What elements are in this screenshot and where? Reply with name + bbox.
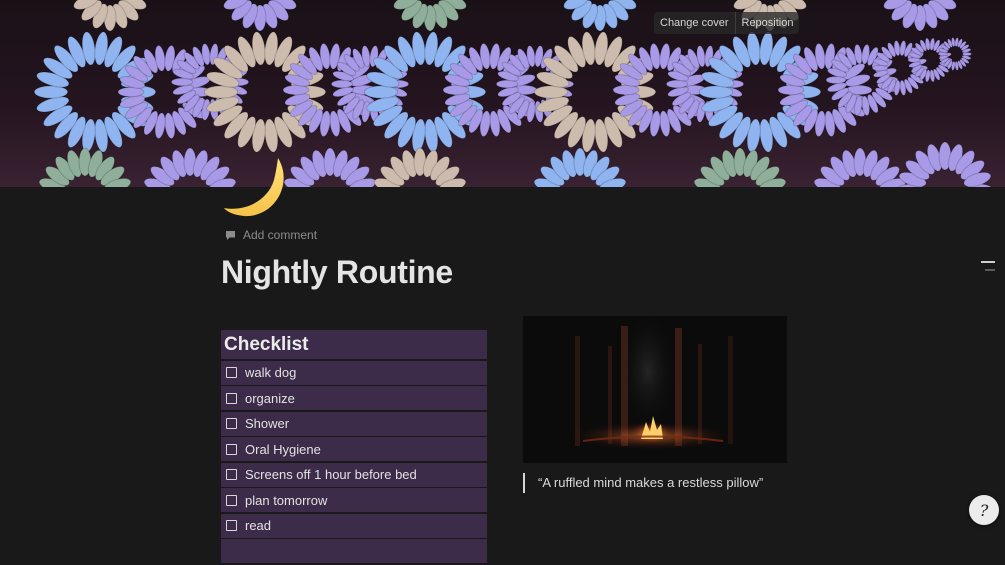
cover-ring: [73, 0, 147, 32]
cover-ring: [223, 0, 297, 32]
list-item-label[interactable]: Shower: [245, 416, 289, 431]
list-item-label[interactable]: walk dog: [245, 365, 296, 380]
cover-ring: [937, 37, 973, 71]
list-item[interactable]: walk dog: [221, 360, 487, 385]
change-cover-button[interactable]: Change cover: [654, 12, 735, 34]
list-item[interactable]: organize: [221, 386, 487, 410]
list-item[interactable]: plan tomorrow: [221, 488, 487, 512]
checklist-block: Checklist walk dog organize Shower Oral …: [221, 330, 487, 565]
crescent-moon-icon[interactable]: [222, 152, 288, 218]
list-item[interactable]: read: [221, 513, 487, 538]
checkbox[interactable]: [226, 392, 237, 404]
checkbox[interactable]: [226, 443, 237, 455]
checkbox[interactable]: [226, 469, 237, 480]
cover-pattern: [33, 0, 992, 187]
cover-ring: [883, 0, 957, 32]
cover-actions: Change cover Reposition: [654, 12, 800, 34]
list-item[interactable]: Shower: [221, 411, 487, 436]
campfire-image[interactable]: [523, 316, 787, 463]
cover-ring: [38, 147, 132, 187]
list-item-label[interactable]: plan tomorrow: [245, 493, 327, 508]
reposition-button[interactable]: Reposition: [734, 12, 800, 34]
cover-ring: [373, 147, 467, 187]
table-of-contents-toggle[interactable]: [981, 261, 995, 273]
quote-block[interactable]: “A ruffled mind makes a restless pillow”: [523, 473, 763, 493]
cover-ring: [393, 0, 467, 32]
checkbox[interactable]: [226, 494, 237, 506]
help-button[interactable]: ?: [969, 495, 999, 525]
help-icon: ?: [979, 500, 989, 520]
checklist-heading[interactable]: Checklist: [221, 330, 487, 359]
list-item-label[interactable]: Screens off 1 hour before bed: [245, 467, 417, 482]
list-item-next[interactable]: [221, 539, 487, 563]
cover-ring: [533, 147, 627, 187]
checkbox[interactable]: [226, 367, 237, 378]
list-item[interactable]: Oral Hygiene: [221, 437, 487, 461]
list-item[interactable]: Screens off 1 hour before bed: [221, 462, 487, 487]
cover-ring: [283, 147, 377, 187]
add-comment-label: Add comment: [243, 228, 318, 242]
cover-ring: [563, 0, 637, 32]
checkbox[interactable]: [226, 520, 237, 531]
cover-ring: [813, 147, 907, 187]
cover-image: Change cover Reposition: [0, 0, 1005, 187]
page-title[interactable]: Nightly Routine: [221, 252, 453, 292]
list-item-label[interactable]: Oral Hygiene: [245, 442, 321, 457]
list-item-label[interactable]: read: [245, 518, 271, 533]
add-comment-button[interactable]: Add comment: [225, 227, 317, 243]
checkbox[interactable]: [226, 418, 237, 429]
list-item-label[interactable]: organize: [245, 391, 295, 406]
cover-ring: [898, 141, 992, 187]
comment-icon: [226, 230, 235, 240]
cover-ring: [693, 147, 787, 187]
